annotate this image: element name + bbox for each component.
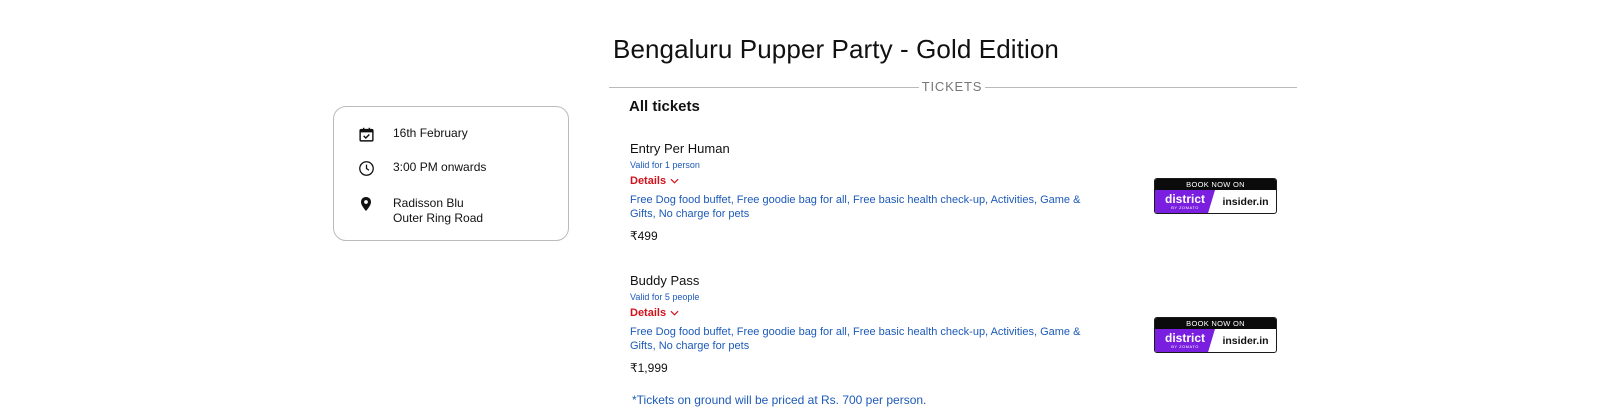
ticket-name: Entry Per Human bbox=[630, 141, 730, 156]
venue-line2: Outer Ring Road bbox=[393, 211, 484, 225]
divider-left bbox=[609, 87, 919, 88]
book-now-button[interactable]: BOOK NOW ON district BY ZOMATO insider.i… bbox=[1154, 178, 1277, 214]
ticket-name: Buddy Pass bbox=[630, 273, 700, 288]
tickets-section-label: TICKETS bbox=[921, 79, 983, 94]
clock-icon bbox=[356, 158, 376, 178]
ticket-validity: Valid for 5 people bbox=[630, 292, 700, 302]
divider-right bbox=[985, 87, 1297, 88]
ticket-price: ₹499 bbox=[630, 229, 658, 243]
event-venue: Radisson Blu Outer Ring Road bbox=[393, 196, 483, 226]
page-title: Bengaluru Pupper Party - Gold Edition bbox=[613, 34, 1059, 64]
chevron-down-icon bbox=[670, 307, 679, 319]
district-logo: district BY ZOMATO bbox=[1155, 329, 1215, 352]
chevron-down-icon bbox=[670, 175, 679, 187]
calendar-check-icon bbox=[356, 124, 376, 144]
ticket-buddy-pass: Buddy Pass Valid for 5 people Details Fr… bbox=[630, 273, 1100, 375]
book-now-label: BOOK NOW ON bbox=[1155, 179, 1276, 190]
venue-line1: Radisson Blu bbox=[393, 196, 464, 210]
insider-logo: insider.in bbox=[1222, 335, 1269, 347]
time-row: 3:00 PM onwards bbox=[356, 158, 486, 178]
details-label: Details bbox=[630, 307, 667, 319]
all-tickets-heading: All tickets bbox=[629, 98, 700, 115]
insider-logo: insider.in bbox=[1222, 196, 1269, 208]
ticket-description: Free Dog food buffet, Free goodie bag fo… bbox=[630, 326, 1081, 352]
book-now-label: BOOK NOW ON bbox=[1155, 318, 1276, 329]
details-toggle[interactable]: Details bbox=[630, 307, 679, 319]
ticket-price: ₹1,999 bbox=[630, 361, 668, 375]
event-info-card: 16th February 3:00 PM onwards Radisson B… bbox=[333, 106, 569, 241]
ticket-entry-per-human: Entry Per Human Valid for 1 person Detai… bbox=[630, 141, 1100, 243]
event-time: 3:00 PM onwards bbox=[393, 160, 487, 174]
details-label: Details bbox=[630, 175, 667, 187]
book-now-button[interactable]: BOOK NOW ON district BY ZOMATO insider.i… bbox=[1154, 317, 1277, 353]
ticket-validity: Valid for 1 person bbox=[630, 160, 700, 170]
venue-row: Radisson Blu Outer Ring Road bbox=[356, 194, 483, 226]
ticket-footnote: *Tickets on ground will be priced at Rs.… bbox=[632, 393, 927, 407]
location-pin-icon bbox=[356, 194, 376, 214]
event-date: 16th February bbox=[393, 126, 468, 140]
details-toggle[interactable]: Details bbox=[630, 175, 679, 187]
district-logo: district BY ZOMATO bbox=[1155, 190, 1215, 213]
ticket-description: Free Dog food buffet, Free goodie bag fo… bbox=[630, 194, 1081, 220]
date-row: 16th February bbox=[356, 124, 468, 144]
